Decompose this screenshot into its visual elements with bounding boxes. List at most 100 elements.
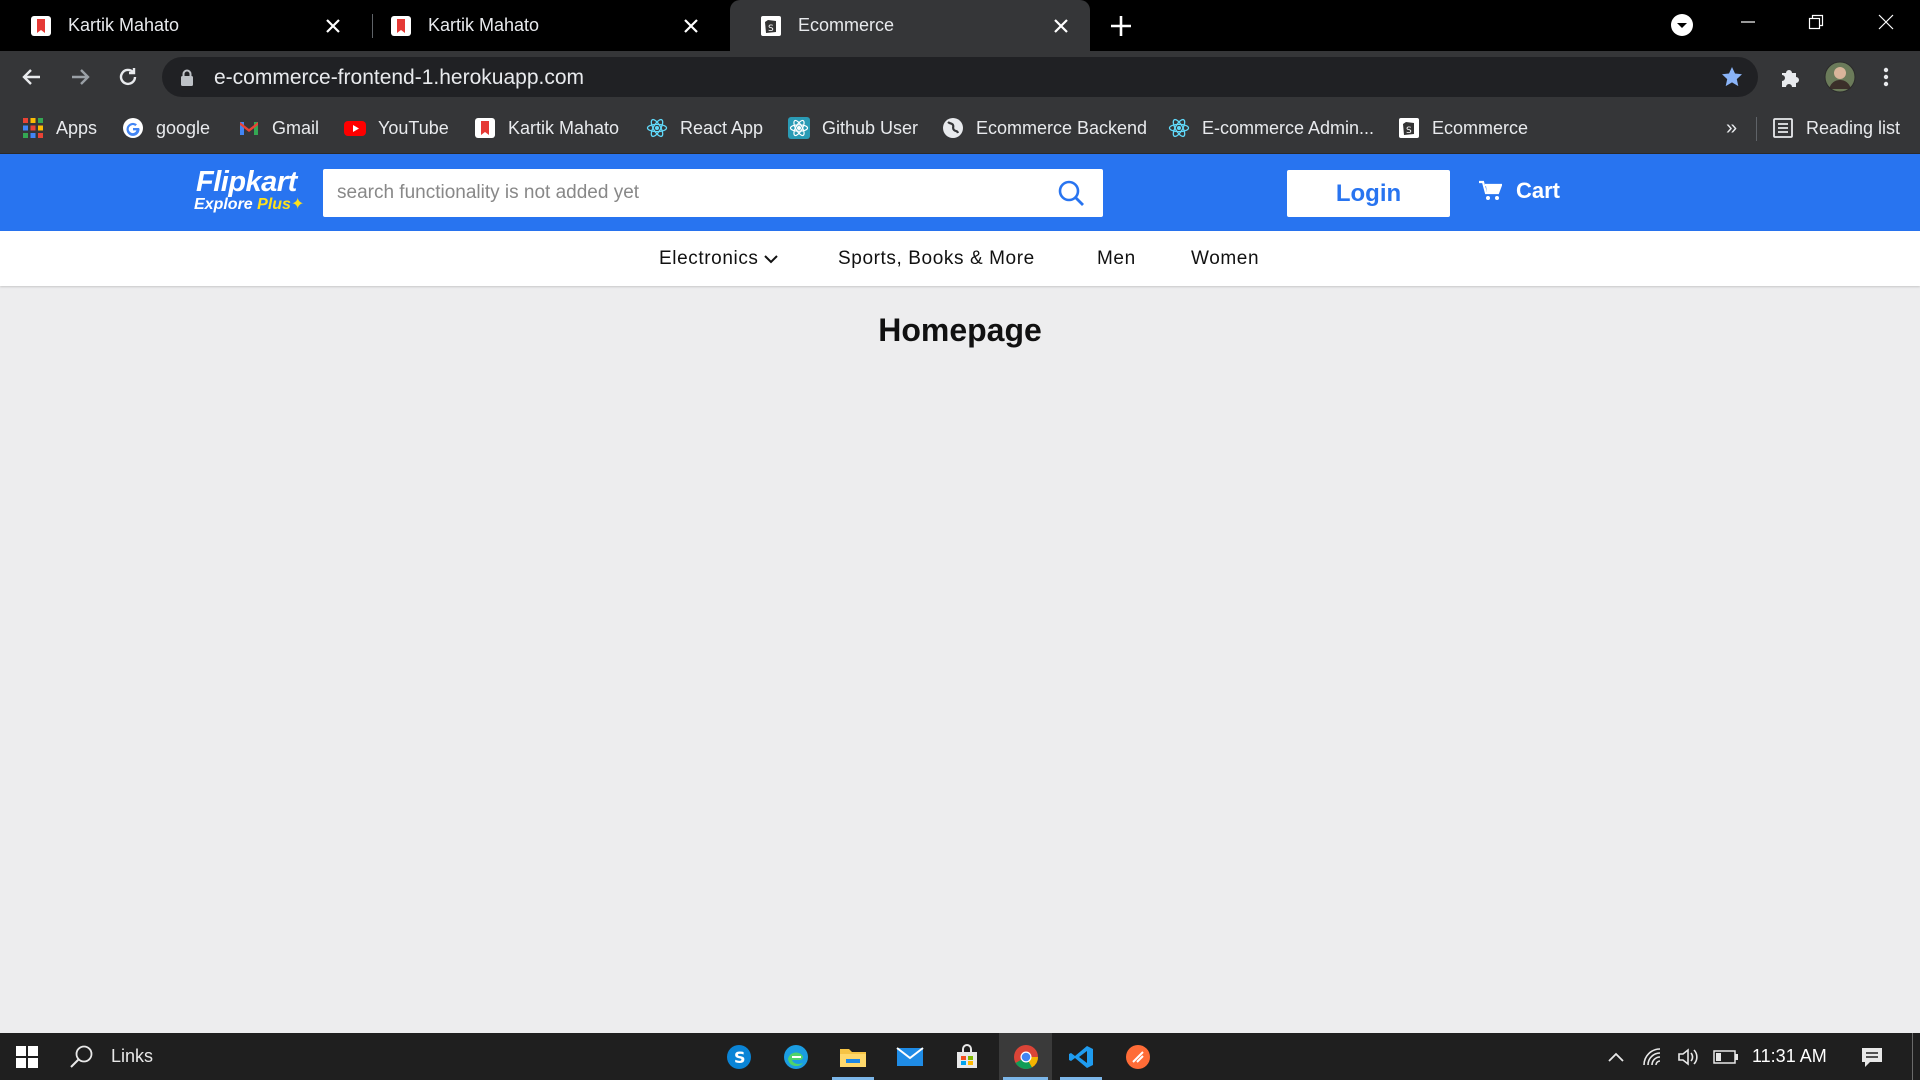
taskbar-mail[interactable] <box>885 1033 935 1080</box>
bookmark-label: Ecommerce <box>1432 117 1529 138</box>
address-bar[interactable]: e-commerce-frontend-1.herokuapp.com <box>162 57 1758 97</box>
browser-tab-1[interactable]: Kartik Mahato <box>0 0 362 51</box>
bookmarks-bar: Apps google Gmail YouTube Kartik Mahato … <box>0 103 1920 154</box>
nav-label: Men <box>1097 248 1136 269</box>
arrow-left-icon <box>22 69 40 85</box>
taskbar-file-explorer[interactable] <box>828 1033 878 1080</box>
windows-taskbar: Links S 11:31 AM <box>0 1033 1920 1080</box>
lock-icon <box>181 69 193 86</box>
taskbar-vscode[interactable] <box>1056 1033 1106 1080</box>
avatar <box>1824 61 1856 93</box>
bookmark-ecommerce-backend[interactable]: Ecommerce Backend <box>942 115 1147 141</box>
nav-item-men[interactable]: Men <box>1097 248 1136 270</box>
tab-close-icon[interactable] <box>678 13 704 39</box>
edge-icon <box>784 1044 808 1069</box>
google-icon <box>123 118 143 138</box>
svg-text:S: S <box>1406 126 1412 136</box>
browser-tab-bar: Kartik Mahato Kartik Mahato S Ecommerce <box>0 0 1920 51</box>
tray-volume[interactable] <box>1674 1033 1704 1080</box>
logo-main-text: Flipkart <box>196 166 297 198</box>
bookmark-ecommerce[interactable]: S Ecommerce <box>1398 115 1528 141</box>
kebab-menu-icon <box>1883 67 1889 87</box>
forward-button[interactable] <box>66 63 94 91</box>
search-icon <box>70 1045 93 1068</box>
browser-tab-2[interactable]: Kartik Mahato <box>360 0 720 51</box>
svg-text:S: S <box>768 24 774 34</box>
bookmark-favicon-icon <box>475 118 495 138</box>
chevron-circle-down-icon <box>1671 14 1693 36</box>
browser-menu-button[interactable] <box>1872 63 1900 91</box>
nav-label: Women <box>1191 248 1260 269</box>
nav-item-sports-books[interactable]: Sports, Books & More <box>838 248 1035 270</box>
bookmarks-divider <box>1756 117 1757 141</box>
gmail-icon <box>240 122 258 135</box>
tray-overflow-button[interactable] <box>1600 1033 1632 1080</box>
tab-title: Ecommerce <box>798 15 895 35</box>
bookmark-label: google <box>156 117 211 138</box>
chevron-up-icon <box>1608 1052 1624 1062</box>
new-tab-button[interactable] <box>1107 12 1135 40</box>
logo-plus-text: Plus <box>257 196 291 213</box>
shopify-favicon-icon: S <box>1399 118 1419 138</box>
reload-button[interactable] <box>114 63 142 91</box>
minimize-button[interactable] <box>1720 0 1776 44</box>
search-input[interactable] <box>323 169 1023 217</box>
nav-item-electronics[interactable]: Electronics <box>659 248 779 270</box>
taskbar-search-label[interactable]: Links <box>111 1046 153 1067</box>
logo-sub-text: Explore Plus✦ <box>194 196 304 214</box>
arrow-right-icon <box>72 69 90 85</box>
vscode-icon <box>1069 1045 1093 1068</box>
bookmark-ecommerce-admin[interactable]: E-commerce Admin... <box>1168 115 1374 141</box>
nav-item-women[interactable]: Women <box>1191 248 1259 270</box>
bookmark-react-app[interactable]: React App <box>646 115 763 141</box>
svg-text:S: S <box>734 1048 746 1067</box>
back-button[interactable] <box>18 63 46 91</box>
star-bookmark-icon[interactable] <box>1720 65 1744 89</box>
cart-icon <box>1479 180 1502 200</box>
reload-icon <box>119 68 137 86</box>
tab-close-icon[interactable] <box>1048 13 1074 39</box>
taskbar-clock[interactable]: 11:31 AM <box>1752 1046 1827 1067</box>
taskbar-store[interactable] <box>942 1033 992 1080</box>
bookmark-label: E-commerce Admin... <box>1202 117 1375 138</box>
cart-link[interactable]: Cart <box>1478 178 1560 204</box>
bookmark-gmail[interactable]: Gmail <box>238 115 319 141</box>
restore-button[interactable] <box>1788 0 1844 44</box>
search-icon <box>1058 180 1084 206</box>
bookmark-kartik-mahato[interactable]: Kartik Mahato <box>474 115 619 141</box>
browser-tab-3-active[interactable]: S Ecommerce <box>730 0 1090 51</box>
logo-explore-text: Explore <box>194 196 253 213</box>
show-desktop-button[interactable] <box>1912 1033 1913 1080</box>
tray-network[interactable] <box>1638 1033 1668 1080</box>
cart-label: Cart <box>1516 178 1561 203</box>
reading-list-label: Reading list <box>1806 117 1901 138</box>
tray-battery[interactable] <box>1710 1033 1742 1080</box>
bookmark-apps[interactable]: Apps <box>22 115 97 141</box>
taskbar-search-button[interactable] <box>60 1033 104 1080</box>
taskbar-edge[interactable] <box>771 1033 821 1080</box>
reading-list-button[interactable]: Reading list <box>1772 115 1900 141</box>
more-bookmarks-button[interactable]: » <box>1726 115 1737 141</box>
login-button[interactable]: Login <box>1287 170 1450 217</box>
bookmark-label: Apps <box>56 117 98 138</box>
taskbar-skype[interactable]: S <box>714 1033 764 1080</box>
close-window-button[interactable] <box>1858 0 1914 44</box>
taskbar-chrome[interactable] <box>999 1033 1052 1080</box>
tab-close-icon[interactable] <box>320 13 346 39</box>
bookmark-favicon-icon <box>391 15 411 36</box>
search-box <box>323 169 1103 217</box>
action-center-button[interactable] <box>1852 1033 1892 1080</box>
bookmark-youtube[interactable]: YouTube <box>344 115 449 141</box>
url-text[interactable]: e-commerce-frontend-1.herokuapp.com <box>214 66 584 90</box>
bookmark-github-user[interactable]: Github User <box>788 115 918 141</box>
search-button[interactable] <box>1057 179 1085 207</box>
tab-search-button[interactable] <box>1654 3 1710 47</box>
bookmark-google[interactable]: google <box>122 115 210 141</box>
flipkart-logo[interactable]: Flipkart Explore Plus✦ <box>194 166 304 214</box>
chevron-down-icon <box>763 255 778 264</box>
start-button[interactable] <box>0 1033 54 1080</box>
shopify-favicon-icon: S <box>761 15 781 36</box>
taskbar-postman[interactable] <box>1113 1033 1163 1080</box>
extensions-button[interactable] <box>1776 63 1804 91</box>
profile-avatar-button[interactable] <box>1824 61 1856 93</box>
